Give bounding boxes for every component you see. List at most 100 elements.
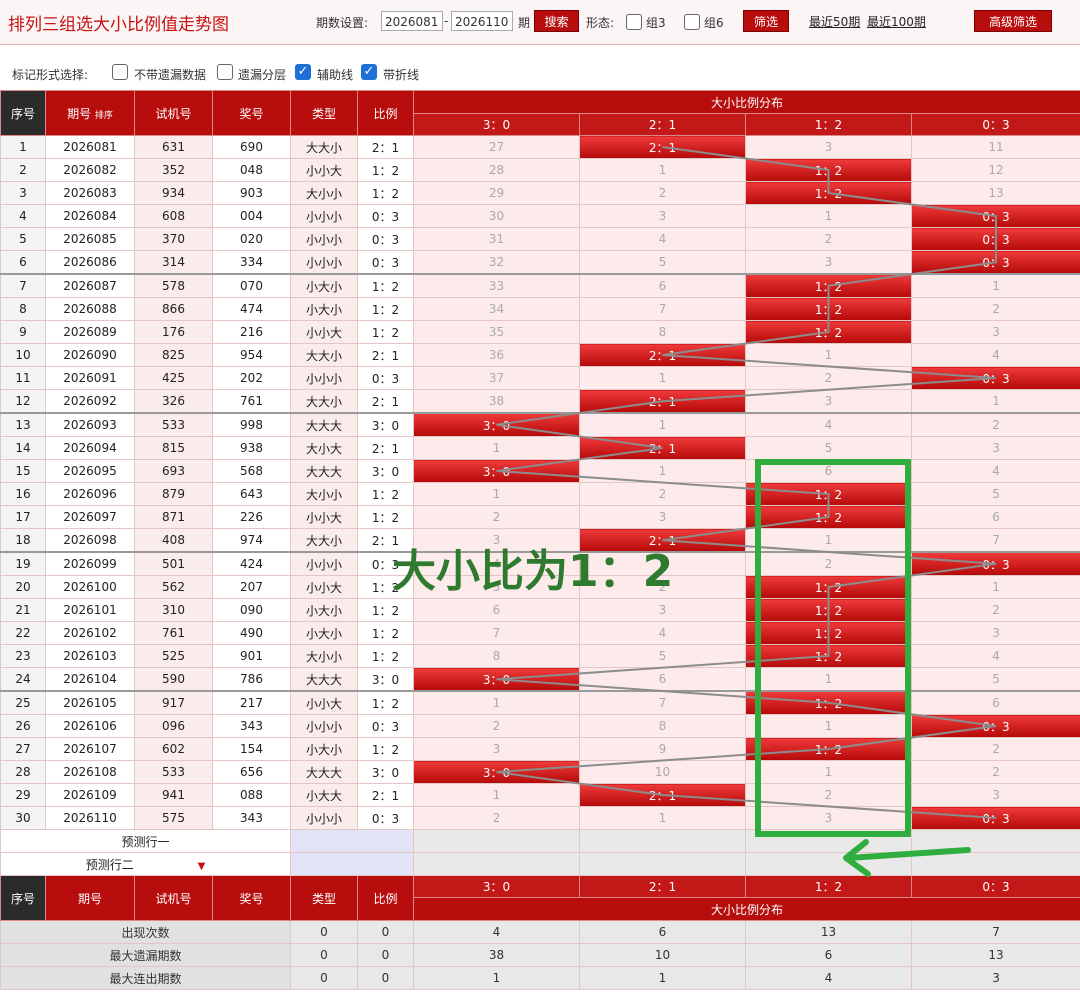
sort-label[interactable]: 排序 bbox=[95, 111, 113, 121]
dist-miss-cell: 8 bbox=[579, 320, 746, 344]
cell-type: 大小大 bbox=[290, 436, 358, 460]
cell-test: 408 bbox=[134, 528, 213, 553]
cell-issue: 2026108 bbox=[45, 760, 135, 784]
pred-cell[interactable] bbox=[413, 852, 580, 876]
filter-button[interactable]: 筛选 bbox=[743, 10, 789, 32]
dist-miss-cell: 2 bbox=[910, 598, 1080, 622]
advanced-filter-button[interactable]: 高级筛选 bbox=[974, 10, 1052, 32]
cell-seq: 9 bbox=[0, 320, 46, 344]
dist-miss-cell: 3 bbox=[579, 505, 746, 529]
footer-col-1-2: 1：2 bbox=[745, 875, 912, 898]
miss-layer-checkbox[interactable] bbox=[217, 64, 233, 80]
cell-seq: 29 bbox=[0, 783, 46, 807]
pred-cell[interactable] bbox=[745, 852, 912, 876]
cell-prize: 004 bbox=[212, 204, 291, 228]
polyline-checkbox[interactable]: ✓ bbox=[361, 64, 377, 80]
stat-dist-value: 6 bbox=[579, 920, 746, 944]
cell-test: 352 bbox=[134, 158, 213, 182]
dist-miss-cell: 3 bbox=[745, 389, 912, 414]
dist-miss-cell: 9 bbox=[579, 737, 746, 761]
dist-miss-cell: 3 bbox=[910, 320, 1080, 344]
cell-ratio: 3：0 bbox=[357, 459, 414, 483]
stat-value: 0 bbox=[290, 966, 358, 990]
pred-cell[interactable] bbox=[579, 852, 746, 876]
pred-cell[interactable] bbox=[910, 852, 1080, 876]
dist-miss-cell: 30 bbox=[413, 204, 580, 228]
arrow-down-icon[interactable]: ▼ bbox=[198, 861, 206, 872]
cell-seq: 7 bbox=[0, 273, 46, 298]
dist-miss-cell: 2 bbox=[579, 181, 746, 205]
dist-miss-cell: 8 bbox=[579, 714, 746, 738]
group6-checkbox[interactable] bbox=[684, 14, 700, 30]
dist-miss-cell: 7 bbox=[579, 690, 746, 715]
table-row: 8 2026088 866 474 小大小 1：2 34 7 1：2 2 bbox=[0, 297, 1080, 321]
cell-ratio: 1：2 bbox=[357, 690, 414, 715]
cell-ratio: 0：3 bbox=[357, 204, 414, 228]
prediction-row-1-input[interactable] bbox=[290, 829, 414, 853]
cell-seq: 3 bbox=[0, 181, 46, 205]
cell-seq: 24 bbox=[0, 667, 46, 692]
cell-ratio: 0：3 bbox=[357, 806, 414, 830]
cell-issue: 2026082 bbox=[45, 158, 135, 182]
guide-line-checkbox[interactable]: ✓ bbox=[295, 64, 311, 80]
dist-miss-cell: 3 bbox=[745, 250, 912, 275]
cell-issue: 2026101 bbox=[45, 598, 135, 622]
cell-seq: 16 bbox=[0, 482, 46, 506]
cell-type: 小小小 bbox=[290, 250, 358, 275]
table-row: 28 2026108 533 656 大大大 3：0 3：0 10 1 2 bbox=[0, 760, 1080, 784]
dist-hit-cell: 3：0 bbox=[413, 459, 580, 483]
stat-dist-value: 4 bbox=[745, 966, 912, 990]
end-issue-input[interactable]: 2026110 bbox=[451, 11, 513, 31]
recent-50-link[interactable]: 最近50期 bbox=[809, 13, 860, 30]
dist-hit-cell: 1：2 bbox=[745, 598, 912, 622]
cell-ratio: 1：2 bbox=[357, 181, 414, 205]
dist-header: 大小比例分布 bbox=[412, 90, 1080, 114]
cell-ratio: 1：2 bbox=[357, 320, 414, 344]
marker-options-bar: 标记形式选择: 不带遗漏数据 遗漏分层 ✓ 辅助线 ✓ 带折线 bbox=[0, 58, 1080, 88]
cell-issue: 2026096 bbox=[45, 482, 135, 506]
cell-issue: 2026109 bbox=[45, 783, 135, 807]
cell-test: 501 bbox=[134, 551, 213, 576]
footer-col-2-1: 2：1 bbox=[579, 875, 746, 898]
no-miss-data-checkbox[interactable] bbox=[112, 64, 128, 80]
dist-hit-cell: 2：1 bbox=[579, 343, 746, 367]
pred-cell[interactable] bbox=[579, 829, 746, 853]
cell-ratio: 1：2 bbox=[357, 273, 414, 298]
cell-ratio: 1：2 bbox=[357, 158, 414, 182]
cell-ratio: 1：2 bbox=[357, 644, 414, 668]
cell-prize: 643 bbox=[212, 482, 291, 506]
cell-issue: 2026095 bbox=[45, 459, 135, 483]
cell-test: 631 bbox=[134, 135, 213, 159]
cell-ratio: 1：2 bbox=[357, 575, 414, 599]
dist-miss-cell: 3 bbox=[413, 737, 580, 761]
dist-hit-cell: 3：0 bbox=[413, 667, 580, 692]
cell-type: 小大小 bbox=[290, 297, 358, 321]
trend-table: 序号 期号 排序 试机号 奖号 类型 比例 大小比例分布 3：0 2：1 1：2… bbox=[0, 90, 1080, 990]
cell-seq: 14 bbox=[0, 436, 46, 460]
recent-100-link[interactable]: 最近100期 bbox=[867, 13, 926, 30]
cell-type: 小小大 bbox=[290, 690, 358, 715]
cell-test: 575 bbox=[134, 806, 213, 830]
dist-miss-cell: 7 bbox=[579, 297, 746, 321]
cell-type: 大大大 bbox=[290, 459, 358, 483]
stat-dist-value: 6 bbox=[745, 943, 912, 967]
dist-miss-cell: 4 bbox=[413, 551, 580, 576]
dist-miss-cell: 28 bbox=[413, 158, 580, 182]
start-issue-input[interactable]: 2026081 bbox=[381, 11, 443, 31]
cell-ratio: 0：3 bbox=[357, 250, 414, 275]
dist-miss-cell: 4 bbox=[579, 227, 746, 251]
cell-test: 815 bbox=[134, 436, 213, 460]
search-button[interactable]: 搜索 bbox=[534, 10, 579, 32]
group3-checkbox[interactable] bbox=[626, 14, 642, 30]
pred-cell[interactable] bbox=[413, 829, 580, 853]
dist-hit-cell: 1：2 bbox=[745, 273, 912, 298]
table-row: 9 2026089 176 216 小小大 1：2 35 8 1：2 3 bbox=[0, 320, 1080, 344]
stat-dist-value: 4 bbox=[413, 920, 580, 944]
cell-test: 425 bbox=[134, 366, 213, 390]
pred-cell[interactable] bbox=[745, 829, 912, 853]
pred-cell[interactable] bbox=[910, 829, 1080, 853]
col-issue-header[interactable]: 期号 排序 bbox=[45, 90, 135, 136]
prediction-row-2-input[interactable] bbox=[290, 852, 414, 876]
cell-test: 562 bbox=[134, 575, 213, 599]
cell-issue: 2026093 bbox=[45, 412, 135, 437]
